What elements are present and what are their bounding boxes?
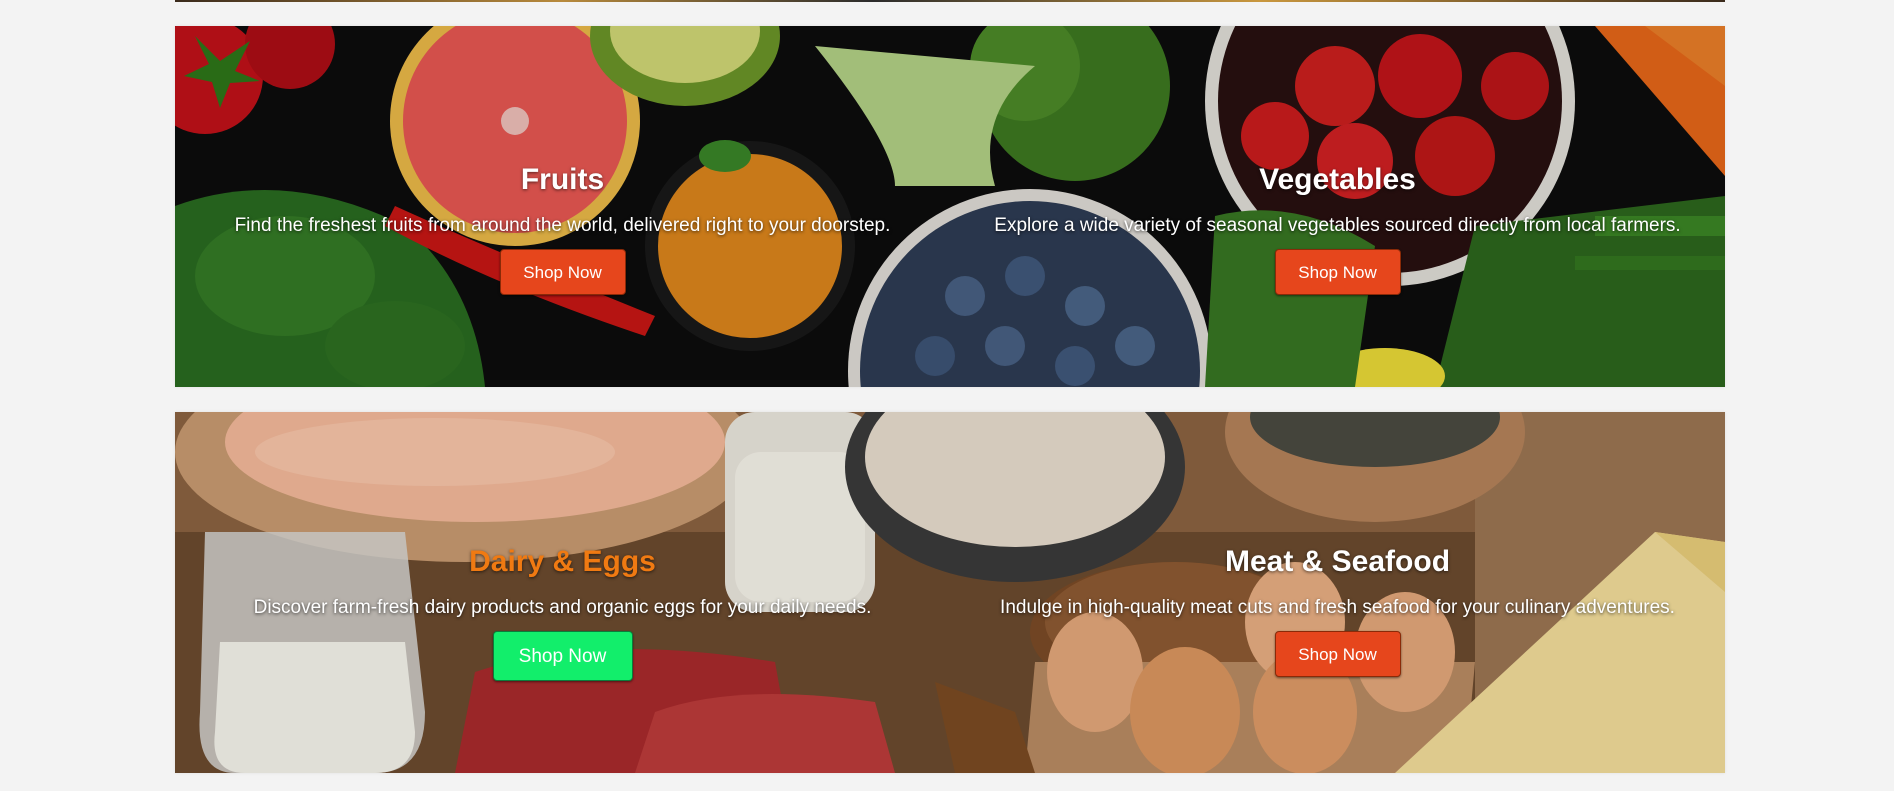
- category-title: Meat & Seafood: [1224, 545, 1451, 578]
- previous-banner-edge: [175, 0, 1725, 2]
- banner-cards: Fruits Find the freshest fruits from aro…: [175, 26, 1725, 387]
- card-content: Fruits Find the freshest fruits from aro…: [215, 162, 910, 295]
- category-card-vegetables: Vegetables Explore a wide variety of sea…: [950, 26, 1725, 387]
- category-title: Vegetables: [1259, 163, 1416, 196]
- card-content: Dairy & Eggs Discover farm-fresh dairy p…: [215, 544, 910, 681]
- category-title: Fruits: [520, 163, 605, 196]
- category-description: Explore a wide variety of seasonal veget…: [994, 215, 1681, 236]
- shop-now-button-vegetables[interactable]: Shop Now: [1274, 249, 1401, 295]
- banner-cards: Dairy & Eggs Discover farm-fresh dairy p…: [175, 412, 1725, 773]
- category-description: Discover farm-fresh dairy products and o…: [253, 597, 872, 618]
- category-banner-produce: Fruits Find the freshest fruits from aro…: [175, 26, 1725, 387]
- category-page: Fruits Find the freshest fruits from aro…: [0, 0, 1894, 791]
- category-banner-dairy-meat: Dairy & Eggs Discover farm-fresh dairy p…: [175, 412, 1725, 773]
- category-card-fruits: Fruits Find the freshest fruits from aro…: [175, 26, 950, 387]
- shop-now-button-meat-seafood[interactable]: Shop Now: [1274, 631, 1401, 677]
- category-description: Find the freshest fruits from around the…: [234, 215, 891, 236]
- category-card-meat-seafood: Meat & Seafood Indulge in high-quality m…: [950, 412, 1725, 773]
- category-card-dairy-eggs: Dairy & Eggs Discover farm-fresh dairy p…: [175, 412, 950, 773]
- card-content: Vegetables Explore a wide variety of sea…: [990, 162, 1685, 295]
- shop-now-button-dairy-eggs[interactable]: Shop Now: [492, 631, 633, 681]
- category-title: Dairy & Eggs: [469, 545, 656, 578]
- shop-now-button-fruits[interactable]: Shop Now: [499, 249, 626, 295]
- card-content: Meat & Seafood Indulge in high-quality m…: [990, 544, 1685, 677]
- category-description: Indulge in high-quality meat cuts and fr…: [1000, 597, 1675, 618]
